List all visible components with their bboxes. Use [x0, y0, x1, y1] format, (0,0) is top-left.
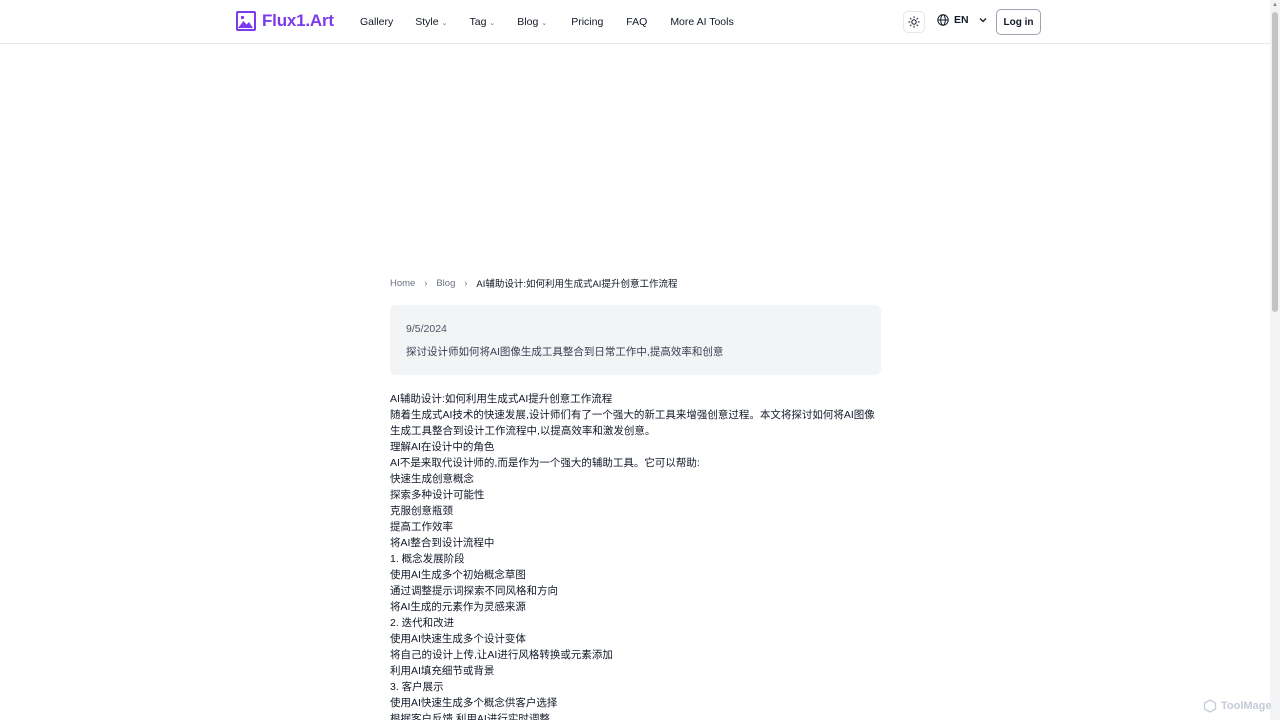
chevron-right-icon: › [424, 278, 428, 288]
breadcrumb: Home › Blog › AI辅助设计:如何利用生成式AI提升创意工作流程 [390, 276, 678, 291]
post-date: 9/5/2024 [406, 323, 447, 335]
content-line: 将AI整合到设计流程中 [390, 537, 495, 549]
nav-tag[interactable]: Tag ⌄ [469, 16, 495, 28]
content-line: 克服创意瓶颈 [390, 505, 453, 517]
globe-icon [937, 14, 949, 26]
nav-style[interactable]: Style ⌄ [415, 16, 447, 28]
breadcrumb-current: AI辅助设计:如何利用生成式AI提升创意工作流程 [476, 279, 678, 290]
nav-gallery[interactable]: Gallery [360, 16, 393, 28]
scroll-up-arrow-icon[interactable]: ▲ [1272, 2, 1278, 8]
breadcrumb-blog[interactable]: Blog [436, 278, 455, 289]
content-line: 快速生成创意概念 [390, 473, 474, 485]
content-line: AI不是来取代设计师的,而是作为一个强大的辅助工具。它可以帮助: [390, 457, 700, 469]
nav-faq[interactable]: FAQ [626, 16, 647, 28]
chevron-down-icon [979, 18, 987, 23]
nav-pricing[interactable]: Pricing [571, 16, 603, 28]
nav-label: More AI Tools [670, 16, 734, 28]
nav-label: Tag [469, 16, 487, 28]
post-content: AI辅助设计:如何利用生成式AI提升创意工作流程 随着生成式AI技术的快速发展,… [390, 391, 880, 720]
sun-icon [908, 16, 920, 28]
watermark-text: ToolMage [1221, 700, 1272, 712]
nav-label: Style [415, 16, 439, 28]
content-line: 通过调整提示词探索不同风格和方向 [390, 585, 558, 597]
content-line: 使用AI生成多个初始概念草图 [390, 569, 526, 581]
scrollbar-thumb[interactable] [1272, 12, 1278, 312]
content-line: 1. 概念发展阶段 [390, 553, 465, 565]
content-line: 提高工作效率 [390, 521, 453, 533]
content-line: 探索多种设计可能性 [390, 489, 485, 501]
chevron-right-icon: › [464, 278, 468, 288]
logo-link[interactable]: Flux1.Art [236, 11, 334, 31]
content-line: 2. 迭代和改进 [390, 617, 455, 629]
login-button[interactable]: Log in [996, 9, 1041, 35]
content-line: 随着生成式AI技术的快速发展,设计师们有了一个强大的新工具来增强创意过程。本文将… [390, 409, 875, 437]
nav-label: Pricing [571, 16, 604, 28]
logo-text: Flux1.Art [262, 11, 334, 30]
nav-label: Blog [517, 16, 539, 28]
hexagon-logo-icon [1203, 699, 1217, 713]
content-line: 3. 客户展示 [390, 681, 444, 693]
breadcrumb-home[interactable]: Home [390, 278, 415, 289]
top-navbar: Flux1.Art Gallery Style ⌄ Tag ⌄ Blog ⌄ P… [0, 0, 1270, 44]
content-line: 利用AI填充细节或背景 [390, 665, 495, 677]
nav-label: Gallery [360, 16, 394, 28]
main-nav: Gallery Style ⌄ Tag ⌄ Blog ⌄ Pricing FAQ… [360, 0, 734, 44]
chevron-down-icon: ⌄ [489, 19, 496, 27]
post-summary: 探讨设计师如何将AI图像生成工具整合到日常工作中,提高效率和创意 [406, 346, 724, 358]
language-label: EN [954, 14, 969, 26]
chevron-down-icon: ⌄ [541, 19, 548, 27]
image-logo-icon [236, 11, 256, 31]
watermark: ToolMage [1203, 699, 1272, 713]
post-info-card: 9/5/2024 探讨设计师如何将AI图像生成工具整合到日常工作中,提高效率和创… [390, 305, 881, 375]
nav-more-ai-tools[interactable]: More AI Tools [670, 16, 733, 28]
content-line: 理解AI在设计中的角色 [390, 441, 495, 453]
content-line: AI辅助设计:如何利用生成式AI提升创意工作流程 [390, 393, 613, 405]
chevron-down-icon: ⌄ [441, 19, 448, 27]
language-selector[interactable]: EN [937, 14, 988, 26]
nav-label: FAQ [626, 16, 648, 28]
content-line: 根据客户反馈,利用AI进行实时调整 [390, 713, 550, 720]
content-line: 将自己的设计上传,让AI进行风格转换或元素添加 [390, 649, 613, 661]
theme-toggle-button[interactable] [903, 11, 925, 33]
nav-blog[interactable]: Blog ⌄ [517, 16, 547, 28]
content-line: 将AI生成的元素作为灵感来源 [390, 601, 526, 613]
content-line: 使用AI快速生成多个概念供客户选择 [390, 697, 558, 709]
content-line: 使用AI快速生成多个设计变体 [390, 633, 526, 645]
